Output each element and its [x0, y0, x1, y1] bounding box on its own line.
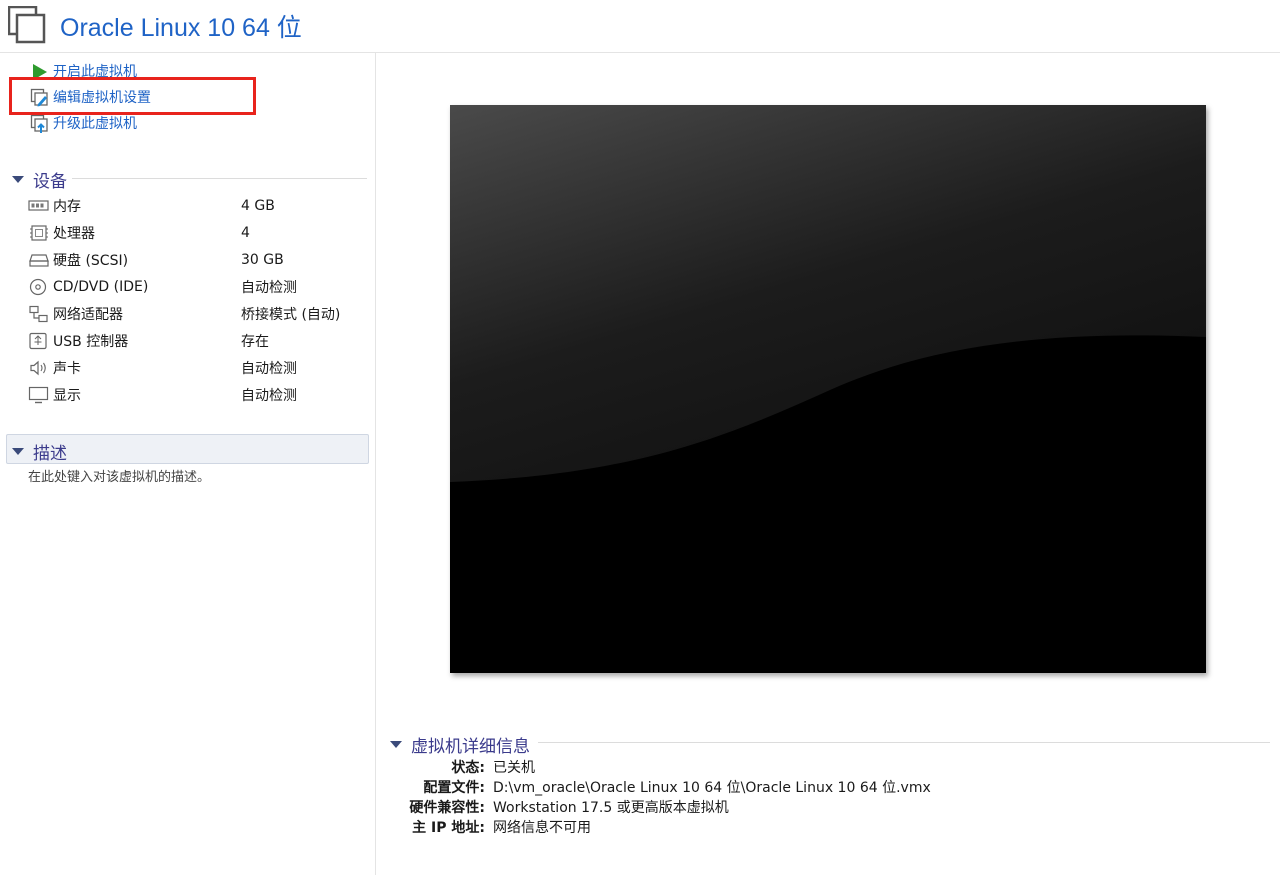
detail-label-ip-wrap: 主 IP 地址: [300, 817, 485, 837]
device-name: 网络适配器 [53, 307, 123, 323]
device-value: 自动检测 [241, 388, 297, 404]
vm-icon [7, 5, 46, 44]
left-panel: 开启此虚拟机 编辑虚拟机设置 升级此虚拟机 设备 内存 4 GB 处理器 4 硬… [0, 53, 376, 875]
detail-label-config-wrap: 配置文件: [300, 777, 485, 797]
upgrade-vm-label: 升级此虚拟机 [53, 116, 137, 132]
vm-header: Oracle Linux 10 64 位 [0, 0, 1280, 53]
detail-value-compat: Workstation 17.5 或更高版本虚拟机 [493, 800, 729, 816]
harddisk-icon [28, 251, 50, 269]
cd-icon [28, 278, 50, 296]
memory-icon [28, 197, 50, 215]
device-row-harddisk[interactable]: 硬盘 (SCSI) 30 GB [28, 248, 358, 272]
vm-screen-preview[interactable] [450, 105, 1206, 673]
device-value: 自动检测 [241, 361, 297, 377]
device-value: 存在 [241, 334, 269, 350]
detail-label-state: 状态: [451, 760, 485, 776]
device-row-sound[interactable]: 声卡 自动检测 [28, 356, 358, 380]
highlight-box [9, 77, 256, 115]
detail-label-ip: 主 IP 地址: [412, 820, 485, 836]
devices-section-title: 设备 [33, 172, 67, 192]
divider [538, 742, 1270, 743]
device-value: 30 GB [241, 252, 284, 268]
vm-title: Oracle Linux 10 64 位 [60, 14, 302, 42]
detail-label-config: 配置文件: [423, 780, 485, 796]
detail-label-compat: 硬件兼容性: [409, 800, 485, 816]
description-text[interactable]: 在此处键入对该虚拟机的描述。 [28, 466, 210, 485]
upgrade-icon [30, 114, 50, 134]
device-row-display[interactable]: 显示 自动检测 [28, 383, 358, 407]
device-value: 桥接模式 (自动) [241, 307, 341, 323]
device-name: 声卡 [53, 361, 81, 377]
divider [72, 178, 367, 179]
device-name: CD/DVD (IDE) [53, 279, 149, 295]
device-row-network[interactable]: 网络适配器 桥接模式 (自动) [28, 302, 358, 326]
vm-details-section-header[interactable]: 虚拟机详细信息 [390, 732, 530, 757]
device-row-memory[interactable]: 内存 4 GB [28, 194, 358, 218]
processor-icon [28, 224, 50, 242]
device-name: 内存 [53, 199, 81, 215]
upgrade-vm-link[interactable]: 升级此虚拟机 [30, 112, 137, 136]
description-section-title: 描述 [33, 444, 67, 464]
collapse-triangle-icon [390, 741, 402, 748]
detail-value-state: 已关机 [493, 760, 535, 776]
detail-value-ip: 网络信息不可用 [493, 820, 591, 836]
speaker-icon [28, 359, 50, 377]
devices-section-header[interactable]: 设备 [12, 167, 67, 192]
description-section-header[interactable]: 描述 [12, 439, 67, 464]
device-row-processor[interactable]: 处理器 4 [28, 221, 358, 245]
vm-details-section-title: 虚拟机详细信息 [411, 737, 530, 757]
collapse-triangle-icon [12, 176, 24, 183]
detail-label-compat-wrap: 硬件兼容性: [300, 797, 485, 817]
usb-icon [28, 332, 50, 350]
detail-label-state-wrap: 状态: [300, 757, 485, 777]
detail-value-config: D:\vm_oracle\Oracle Linux 10 64 位\Oracle… [493, 780, 931, 796]
device-value: 自动检测 [241, 280, 297, 296]
device-row-usb[interactable]: USB 控制器 存在 [28, 329, 358, 353]
collapse-triangle-icon [12, 448, 24, 455]
device-name: 硬盘 (SCSI) [53, 253, 129, 269]
monitor-icon [28, 386, 50, 404]
device-name: 处理器 [53, 226, 95, 242]
device-value: 4 [241, 225, 250, 241]
device-value: 4 GB [241, 198, 275, 214]
network-icon [28, 305, 50, 323]
device-row-cd-dvd[interactable]: CD/DVD (IDE) 自动检测 [28, 275, 358, 299]
device-name: 显示 [53, 388, 81, 404]
device-name: USB 控制器 [53, 334, 129, 350]
